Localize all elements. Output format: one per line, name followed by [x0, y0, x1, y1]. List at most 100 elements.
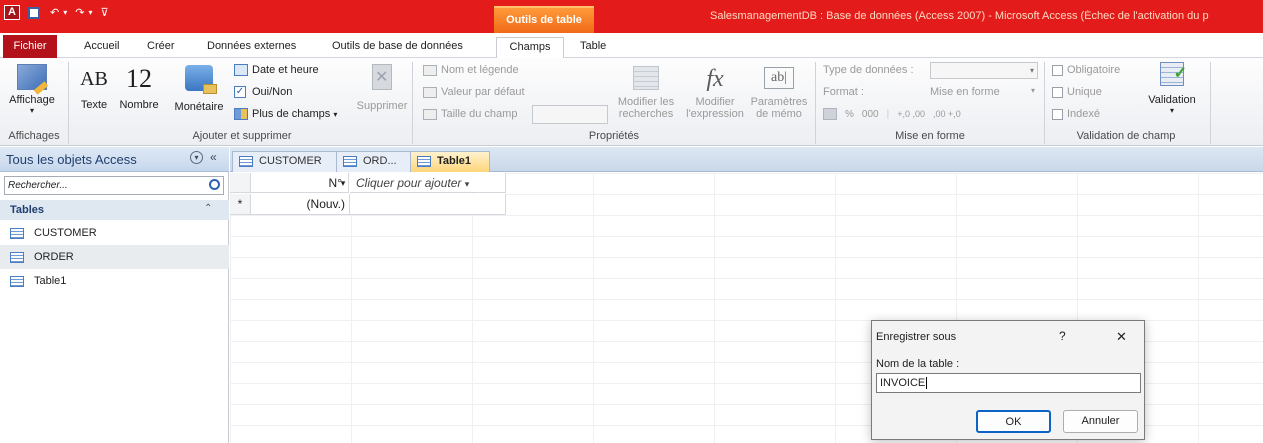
- unique-checkbox[interactable]: Unique: [1052, 86, 1102, 98]
- group-label-proprietes: Propriétés: [588, 130, 640, 142]
- close-icon[interactable]: ✕: [1116, 329, 1127, 345]
- redo-icon[interactable]: ↷: [75, 6, 84, 19]
- new-record-add-cell[interactable]: [350, 194, 506, 215]
- tab-creer[interactable]: Créer: [141, 37, 181, 58]
- taille-champ-input[interactable]: [532, 105, 608, 124]
- ribbon-divider: [1044, 62, 1045, 144]
- monetaire-button[interactable]: Monétaire: [170, 62, 228, 113]
- navigation-pane: Tous les objets Access ▾ « Rechercher...…: [0, 147, 229, 443]
- affichage-icon: [17, 64, 49, 95]
- save-as-dialog: Enregistrer sous ? ✕ Nom de la table : I…: [871, 320, 1145, 440]
- type-donnees-select[interactable]: ▾: [930, 62, 1038, 79]
- undo-icon[interactable]: ↶: [50, 6, 59, 19]
- tab-accueil[interactable]: Accueil: [78, 37, 125, 58]
- memo-icon: ab|: [764, 67, 794, 89]
- help-icon[interactable]: ?: [1059, 329, 1066, 343]
- plus-de-champs-button[interactable]: Plus de champs ▾: [234, 108, 338, 121]
- percent-button[interactable]: %: [845, 109, 854, 120]
- table-icon: [10, 275, 24, 287]
- tab-fichier[interactable]: Fichier: [3, 35, 57, 58]
- date-heure-button[interactable]: Date et heure: [234, 64, 319, 77]
- calendar-icon: [234, 64, 248, 77]
- nav-item-label: CUSTOMER: [34, 227, 97, 239]
- text-field-icon: AB: [80, 68, 108, 90]
- tab-outils-bdd[interactable]: Outils de base de données: [326, 37, 469, 58]
- parametres-memo-button[interactable]: ab| Paramètres de mémo: [748, 62, 810, 120]
- cancel-button[interactable]: Annuler: [1063, 410, 1138, 433]
- oui-non-button[interactable]: ✓ Oui/Non: [234, 86, 292, 99]
- tab-table[interactable]: Table: [574, 37, 612, 58]
- collapse-group-icon[interactable]: ⌃: [204, 203, 212, 214]
- nom-legende-button[interactable]: Nom et légende: [423, 64, 519, 76]
- delete-column-icon: ✕: [372, 64, 392, 90]
- redo-dropdown-icon[interactable]: ▾: [88, 8, 92, 17]
- table-icon: [10, 227, 24, 239]
- save-icon[interactable]: [28, 6, 40, 19]
- affichage-button[interactable]: Affichage ▾: [6, 62, 58, 115]
- format-label: Format :: [823, 86, 864, 98]
- access-logo-icon: A: [4, 5, 20, 20]
- new-record-cell[interactable]: (Nouv.): [251, 194, 350, 215]
- search-placeholder: Rechercher...: [8, 180, 68, 191]
- column-header-n[interactable]: N°: [251, 173, 349, 193]
- collapse-pane-icon[interactable]: «: [210, 150, 217, 164]
- nav-item-table1[interactable]: Table1: [0, 269, 229, 293]
- table-icon: [343, 156, 357, 167]
- dialog-title: Enregistrer sous: [876, 331, 957, 343]
- nav-group-tables[interactable]: Tables ⌃: [0, 200, 229, 220]
- format-select[interactable]: Mise en forme ▾: [930, 86, 1038, 98]
- thousands-button[interactable]: 000: [862, 109, 879, 120]
- new-record-marker: *: [230, 194, 251, 215]
- ribbon-divider: |: [886, 108, 890, 120]
- currency-format-icon[interactable]: [823, 108, 837, 120]
- column-header-add[interactable]: Cliquer pour ajouter ▾: [350, 173, 506, 193]
- select-all-corner[interactable]: [230, 173, 251, 193]
- doc-tab-order[interactable]: ORD...: [336, 151, 412, 172]
- ok-button[interactable]: OK: [976, 410, 1051, 433]
- nav-item-customer[interactable]: CUSTOMER: [0, 221, 229, 245]
- doc-tab-customer[interactable]: CUSTOMER: [232, 151, 340, 172]
- window-title: SalesmanagementDB : Base de données (Acc…: [710, 10, 1209, 22]
- nav-menu-dropdown-icon[interactable]: ▾: [190, 151, 203, 164]
- ribbon: Affichage ▾ Affichages AB Texte 12 Nombr…: [0, 58, 1263, 146]
- taille-champ-label: Taille du champ: [423, 108, 517, 120]
- nav-pane-header[interactable]: Tous les objets Access ▾ «: [0, 147, 229, 172]
- tab-donnees-externes[interactable]: Données externes: [201, 37, 302, 58]
- table-icon: [417, 156, 431, 167]
- chevron-down-icon: ▾: [333, 110, 338, 119]
- table-name-input[interactable]: INVOICE: [876, 373, 1141, 393]
- checkbox-icon: ✓: [234, 86, 246, 99]
- validation-button[interactable]: ✓ Validation ▾: [1140, 60, 1204, 115]
- tab-champs[interactable]: Champs: [496, 37, 564, 59]
- supprimer-button[interactable]: ✕ Supprimer: [354, 62, 410, 112]
- nombre-button[interactable]: 12 Nombre: [114, 62, 164, 111]
- valeur-defaut-button[interactable]: Valeur par défaut: [423, 86, 525, 98]
- nav-item-order[interactable]: ORDER: [0, 245, 229, 269]
- decrease-decimals-button[interactable]: ,00 +,0: [933, 109, 961, 119]
- ribbon-divider: [815, 62, 816, 144]
- search-icon[interactable]: [209, 179, 220, 190]
- default-value-icon: [423, 86, 437, 98]
- column-n-dropdown-icon[interactable]: ▾: [336, 173, 350, 193]
- checkbox: [1052, 86, 1063, 98]
- group-label-affichages: Affichages: [8, 130, 60, 142]
- undo-dropdown-icon[interactable]: ▾: [63, 8, 67, 17]
- table-icon: [10, 251, 24, 263]
- obligatoire-checkbox[interactable]: Obligatoire: [1052, 64, 1120, 76]
- nav-pane-title: Tous les objets Access: [6, 152, 137, 167]
- increase-decimals-button[interactable]: +,0 ,00: [897, 109, 925, 119]
- text-cursor: [926, 377, 928, 389]
- nav-search-input[interactable]: Rechercher...: [4, 176, 224, 195]
- modifier-recherches-button[interactable]: Modifier les recherches: [612, 62, 680, 120]
- checkbox: [1052, 64, 1063, 76]
- customize-qat-icon[interactable]: ⊽: [100, 6, 108, 19]
- indexe-checkbox[interactable]: Indexé: [1052, 108, 1100, 120]
- doc-tab-label: Table1: [437, 155, 472, 167]
- modifier-expression-button[interactable]: fx Modifier l'expression: [684, 62, 746, 120]
- ribbon-divider: [68, 62, 69, 144]
- type-donnees-label: Type de données :: [823, 64, 914, 76]
- doc-tab-table1[interactable]: Table1: [410, 151, 490, 172]
- currency-icon: [185, 65, 217, 94]
- texte-button[interactable]: AB Texte: [75, 62, 113, 111]
- ribbon-tab-bar: Fichier Accueil Créer Données externes O…: [0, 33, 1263, 59]
